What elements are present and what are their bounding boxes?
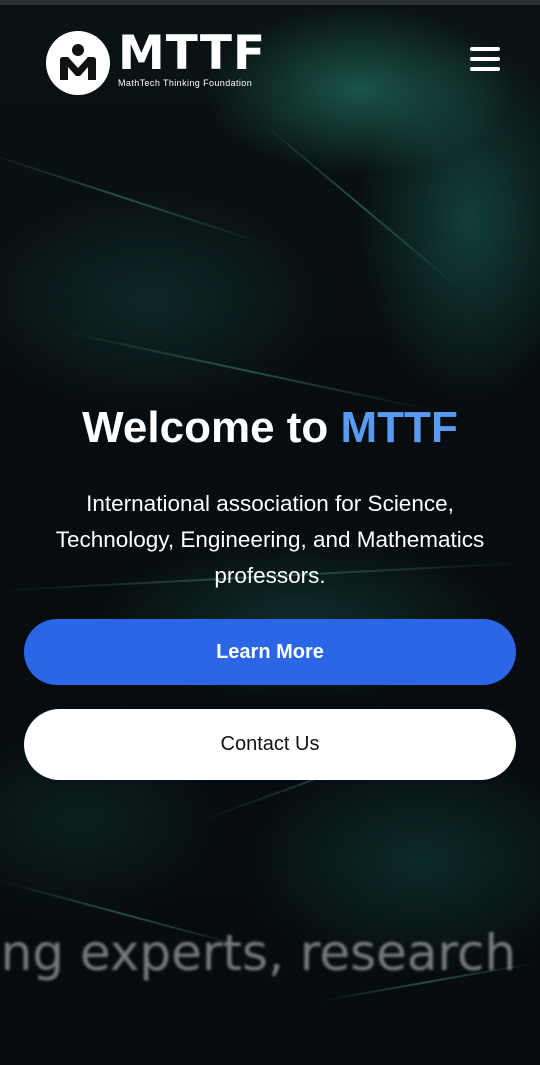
hero-title: Welcome to MTTF [0,401,540,455]
site-logo[interactable]: MTTF MathTech Thinking Foundation [46,26,267,95]
marquee-text: ong experts, research [0,924,517,982]
learn-more-button[interactable]: Learn More [24,619,516,685]
hero-title-accent: MTTF [340,403,458,453]
logo-title: MTTF [118,26,267,81]
mttf-logo-mark-icon [46,31,110,95]
scrolling-marquee: ong experts, research [0,918,540,988]
hero-description: International association for Science, T… [55,490,485,588]
contact-us-button[interactable]: Contact Us [24,709,516,780]
logo-subtitle: MathTech Thinking Foundation [118,78,253,88]
site-header: MTTF MathTech Thinking Foundation [0,5,540,115]
hero-title-prefix: Welcome to [82,403,341,453]
hamburger-menu-icon[interactable] [468,43,502,73]
